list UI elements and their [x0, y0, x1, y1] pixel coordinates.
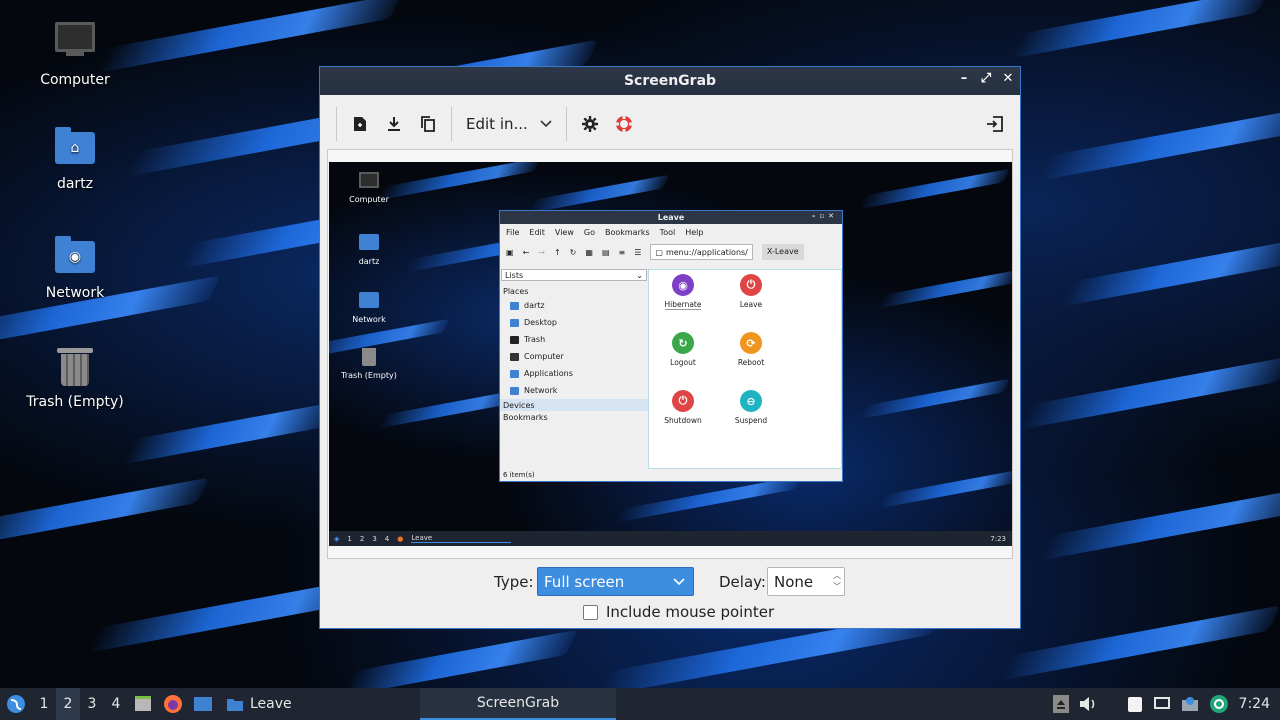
update-notifier-icon[interactable]: [1181, 696, 1199, 712]
eject-icon[interactable]: [1052, 695, 1069, 713]
edit-in-dropdown[interactable]: Edit in...: [458, 107, 560, 141]
preview-toolbar: ▣ ← → ↑ ↻ ▦ ▤ ≡ ☰ ▢ menu://applications/ X-Leave: [500, 241, 842, 263]
toolbar-separator: [565, 107, 567, 141]
delay-spinbox[interactable]: None ︿ ﹀: [767, 567, 845, 596]
taskbar: 1 2 3 4 Leave ScreenGrab 7:24: [0, 688, 1280, 720]
preview-address-bar: ▢ menu://applications/: [650, 244, 753, 260]
include-mouse-checkbox[interactable]: [583, 604, 598, 620]
desktop-icon-label: Trash (Empty): [26, 394, 124, 410]
exit-button[interactable]: [978, 107, 1012, 141]
network-icon[interactable]: [1153, 696, 1171, 712]
preview-desktop-icon: Network: [334, 290, 404, 324]
network-folder-icon: ◉: [53, 235, 97, 279]
desktop-icon-label: dartz: [56, 176, 94, 192]
folder-icon: [227, 699, 243, 711]
minimize-button[interactable]: –: [958, 71, 970, 86]
help-lifebuoy-icon: [614, 115, 633, 133]
settings-gear-icon: [581, 116, 598, 132]
network-folder-icon: [358, 292, 380, 312]
preview-app-grid: ◉ Hibernate ⏻ Leave ↻ Logout ⟳ Reboot ⏻ Shutd…: [648, 269, 842, 469]
power-manager-icon[interactable]: [1209, 694, 1229, 714]
copy-icon: [421, 116, 435, 132]
home-folder-icon: ⌂: [53, 126, 97, 170]
window-titlebar[interactable]: ScreenGrab – ⤢ ✕: [320, 67, 1020, 95]
workspace-1[interactable]: 1: [32, 688, 56, 720]
system-tray: 7:24: [1052, 688, 1280, 720]
clipboard-icon[interactable]: [1127, 695, 1143, 713]
capture-options: Type: Full screen Delay: None ︿ ﹀ Includ…: [320, 567, 1020, 627]
screenshot-preview: Computer dartz Network Trash (Empty) Lea…: [329, 162, 1012, 546]
spin-down-icon[interactable]: ﹀: [833, 581, 841, 592]
clock[interactable]: 7:24: [1239, 696, 1270, 712]
preview-desktop-icon: Trash (Empty): [334, 347, 404, 380]
delay-label: Delay:: [719, 573, 766, 591]
exit-icon: [987, 116, 1003, 132]
new-screenshot-icon: [354, 117, 366, 131]
workspace-2[interactable]: 2: [56, 688, 80, 720]
desktop-icon: [194, 697, 212, 711]
type-label: Type:: [494, 573, 534, 591]
home-folder-icon: [358, 234, 380, 254]
spin-up-icon[interactable]: ︿: [833, 570, 841, 581]
preview-desktop-icon: dartz: [334, 232, 404, 266]
screengrab-window: ScreenGrab – ⤢ ✕ Edit in... Computer dar…: [319, 66, 1021, 629]
desktop-icon-network[interactable]: ◉ Network: [15, 235, 135, 301]
lxqt-logo-icon: [7, 695, 25, 713]
preview-taskbar: ◈ 1 2 3 4 ● Leave 7:23: [329, 531, 1012, 546]
chevron-down-icon: [540, 120, 552, 128]
copy-button[interactable]: [411, 107, 445, 141]
desktop-icon-label: Computer: [40, 72, 110, 88]
desktop-icon-label: Network: [45, 285, 105, 301]
file-manager-launcher[interactable]: [128, 688, 158, 720]
toolbar-separator: [336, 107, 337, 141]
file-manager-icon: [135, 696, 151, 711]
settings-button[interactable]: [573, 107, 607, 141]
show-desktop-button[interactable]: [188, 688, 218, 720]
firefox-icon: [164, 695, 182, 713]
task-leave[interactable]: Leave: [218, 688, 300, 720]
new-screenshot-button[interactable]: [343, 107, 377, 141]
desktop-icon-computer[interactable]: Computer: [15, 18, 135, 88]
task-label: ScreenGrab: [476, 695, 560, 711]
delay-value: None: [774, 572, 814, 591]
desktop-icon-trash[interactable]: Trash (Empty): [15, 344, 135, 410]
workspace-4[interactable]: 4: [104, 688, 128, 720]
screenshot-preview-frame: Computer dartz Network Trash (Empty) Lea…: [327, 149, 1013, 559]
preview-window-titlebar: Leave –▫✕: [500, 211, 842, 224]
volume-icon[interactable]: [1079, 696, 1097, 712]
toolbar: Edit in...: [330, 101, 1012, 147]
desktop-icon-dartz[interactable]: ⌂ dartz: [15, 126, 135, 192]
save-icon: [388, 117, 400, 131]
preview-menubar: File Edit View Go Bookmarks Tool Help: [506, 228, 704, 237]
window-title: ScreenGrab: [623, 73, 717, 89]
type-select[interactable]: Full screen: [537, 567, 694, 596]
preview-desktop-icon: Computer: [334, 172, 404, 204]
chevron-down-icon: [673, 577, 685, 585]
include-mouse-row[interactable]: Include mouse pointer: [583, 603, 774, 621]
app-menu-button[interactable]: [0, 688, 32, 720]
computer-icon: [358, 172, 380, 192]
computer-icon: [53, 22, 97, 66]
firefox-launcher[interactable]: [158, 688, 188, 720]
workspace-3[interactable]: 3: [80, 688, 104, 720]
preview-sidebar: Lists ⌄ Places dartz Desktop Trash Comput…: [500, 269, 648, 469]
trash-icon: [53, 344, 97, 388]
help-button[interactable]: [607, 107, 641, 141]
include-mouse-label: Include mouse pointer: [606, 603, 775, 621]
save-button[interactable]: [377, 107, 411, 141]
toolbar-separator: [451, 107, 452, 141]
trash-icon: [358, 348, 380, 368]
task-label: Leave: [250, 696, 292, 712]
preview-leave-window: Leave –▫✕ File Edit View Go Bookmarks To…: [499, 210, 843, 482]
preview-tab: X-Leave: [761, 244, 804, 260]
close-button[interactable]: ✕: [1002, 71, 1014, 86]
type-select-value: Full screen: [544, 572, 625, 591]
task-screengrab[interactable]: ScreenGrab: [420, 688, 616, 720]
edit-in-label: Edit in...: [466, 115, 528, 133]
preview-status: 6 item(s): [503, 471, 535, 479]
maximize-button[interactable]: ⤢: [980, 71, 992, 86]
